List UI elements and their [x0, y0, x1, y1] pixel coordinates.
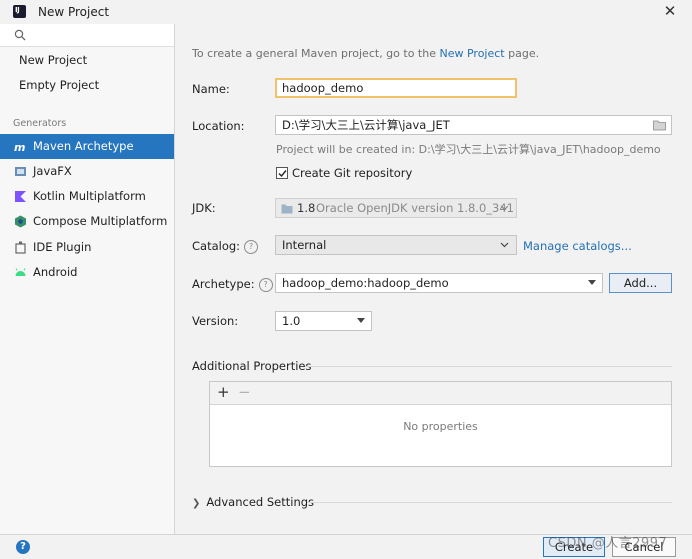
project-path-hint: Project will be created in: D:\学习\大三上\云计… [276, 143, 661, 156]
cancel-button[interactable]: Cancel [612, 537, 676, 557]
catalog-help-icon[interactable]: ? [244, 240, 259, 254]
location-value: D:\学习\大三上\云计算\java_JET [282, 118, 450, 132]
kotlin-icon [15, 191, 26, 202]
remove-property-button[interactable]: − [238, 384, 251, 400]
sidebar-item-kotlin-multiplatform[interactable]: Kotlin Multiplatform [0, 184, 174, 209]
properties-table: + − No properties [209, 381, 672, 467]
close-icon[interactable]: ✕ [662, 3, 678, 19]
catalog-label: Catalog:? [192, 239, 259, 254]
sidebar-item-android[interactable]: Android [0, 260, 174, 285]
new-project-dialog: IJ New Project ✕ New Project Empty Proje… [0, 0, 692, 559]
javafx-icon [15, 167, 26, 176]
sidebar-item-label: Empty Project [19, 78, 100, 92]
version-select[interactable]: 1.0 [275, 311, 372, 331]
archetype-select[interactable]: hadoop_demo:hadoop_demo [275, 273, 603, 293]
archetype-label: Archetype:? [192, 277, 273, 292]
sidebar-item-maven-archetype[interactable]: m Maven Archetype [0, 134, 174, 159]
android-icon [15, 268, 26, 276]
jdk-label: JDK: [192, 201, 216, 215]
hint-prefix: To create a general Maven project, go to… [192, 47, 436, 60]
main-panel: To create a general Maven project, go to… [175, 24, 692, 534]
chevron-down-icon [500, 205, 509, 211]
sidebar-item-javafx[interactable]: JavaFX [0, 159, 174, 184]
dropdown-arrow-icon [588, 280, 596, 285]
create-button[interactable]: Create [543, 537, 605, 557]
sidebar-item-label: New Project [19, 53, 88, 67]
jdk-detail: Oracle OpenJDK version 1.8.0_341 [316, 201, 514, 215]
catalog-value: Internal [282, 238, 327, 252]
empty-properties-text: No properties [403, 420, 478, 433]
dialog-footer: ? Create Cancel [0, 534, 692, 559]
advanced-settings-label: Advanced Settings [206, 495, 315, 509]
catalog-label-text: Catalog: [192, 239, 241, 253]
location-label: Location: [192, 119, 245, 133]
maven-icon: m [14, 141, 25, 153]
version-value: 1.0 [282, 314, 301, 328]
additional-properties-title: Additional Properties [192, 359, 312, 373]
svg-text:m: m [14, 141, 25, 153]
search-icon [14, 29, 26, 41]
title-bar: IJ New Project ✕ [0, 0, 692, 24]
chevron-down-icon [500, 242, 509, 248]
window-title: New Project [38, 5, 110, 19]
advanced-settings-toggle[interactable]: ❯ Advanced Settings [192, 495, 314, 509]
jdk-select[interactable]: 1.8 Oracle OpenJDK version 1.8.0_341 [275, 198, 517, 218]
archetype-label-text: Archetype: [192, 277, 255, 291]
maven-hint: To create a general Maven project, go to… [192, 47, 539, 60]
section-divider [305, 366, 672, 367]
compose-icon [15, 215, 26, 228]
sidebar-item-label: IDE Plugin [33, 240, 92, 254]
location-field[interactable]: D:\学习\大三上\云计算\java_JET [275, 115, 672, 135]
properties-toolbar: + − [210, 382, 671, 405]
sidebar: New Project Empty Project Generators m M… [0, 24, 175, 534]
checkmark-icon [278, 170, 287, 178]
hint-suffix: page. [508, 47, 540, 60]
sidebar-item-label: Kotlin Multiplatform [33, 189, 146, 203]
sidebar-item-label: Compose Multiplatform [33, 214, 168, 228]
git-repo-label: Create Git repository [292, 166, 413, 180]
name-field[interactable]: hadoop_demo [275, 78, 517, 98]
new-project-link[interactable]: New Project [439, 47, 504, 60]
generators-group-label: Generators [13, 118, 67, 129]
plugin-icon [15, 241, 26, 254]
sidebar-item-empty-project[interactable]: Empty Project [0, 73, 174, 98]
section-divider [307, 502, 672, 503]
name-label: Name: [192, 82, 230, 96]
add-property-button[interactable]: + [217, 384, 230, 400]
sidebar-item-label: Android [33, 265, 78, 279]
dropdown-arrow-icon [357, 318, 365, 323]
version-label: Version: [192, 314, 239, 328]
sidebar-item-label: Maven Archetype [33, 139, 134, 153]
folder-icon[interactable] [653, 119, 666, 131]
add-archetype-button[interactable]: Add... [609, 273, 672, 293]
archetype-help-icon[interactable]: ? [258, 278, 273, 292]
sidebar-item-new-project[interactable]: New Project [0, 48, 174, 73]
catalog-select[interactable]: Internal [275, 235, 517, 255]
jdk-folder-icon [281, 204, 293, 214]
chevron-right-icon: ❯ [192, 498, 201, 509]
intellij-logo-icon: IJ [13, 5, 26, 18]
name-value: hadoop_demo [282, 81, 364, 95]
sidebar-item-ide-plugin[interactable]: IDE Plugin [0, 235, 174, 260]
sidebar-item-compose-multiplatform[interactable]: Compose Multiplatform [0, 209, 174, 234]
help-icon[interactable]: ? [16, 540, 30, 554]
jdk-version: 1.8 [297, 201, 316, 215]
manage-catalogs-link[interactable]: Manage catalogs... [523, 239, 632, 253]
archetype-value: hadoop_demo:hadoop_demo [282, 276, 449, 290]
sidebar-item-label: JavaFX [33, 164, 72, 178]
git-repo-checkbox[interactable] [276, 167, 288, 179]
search-input[interactable] [0, 24, 174, 47]
